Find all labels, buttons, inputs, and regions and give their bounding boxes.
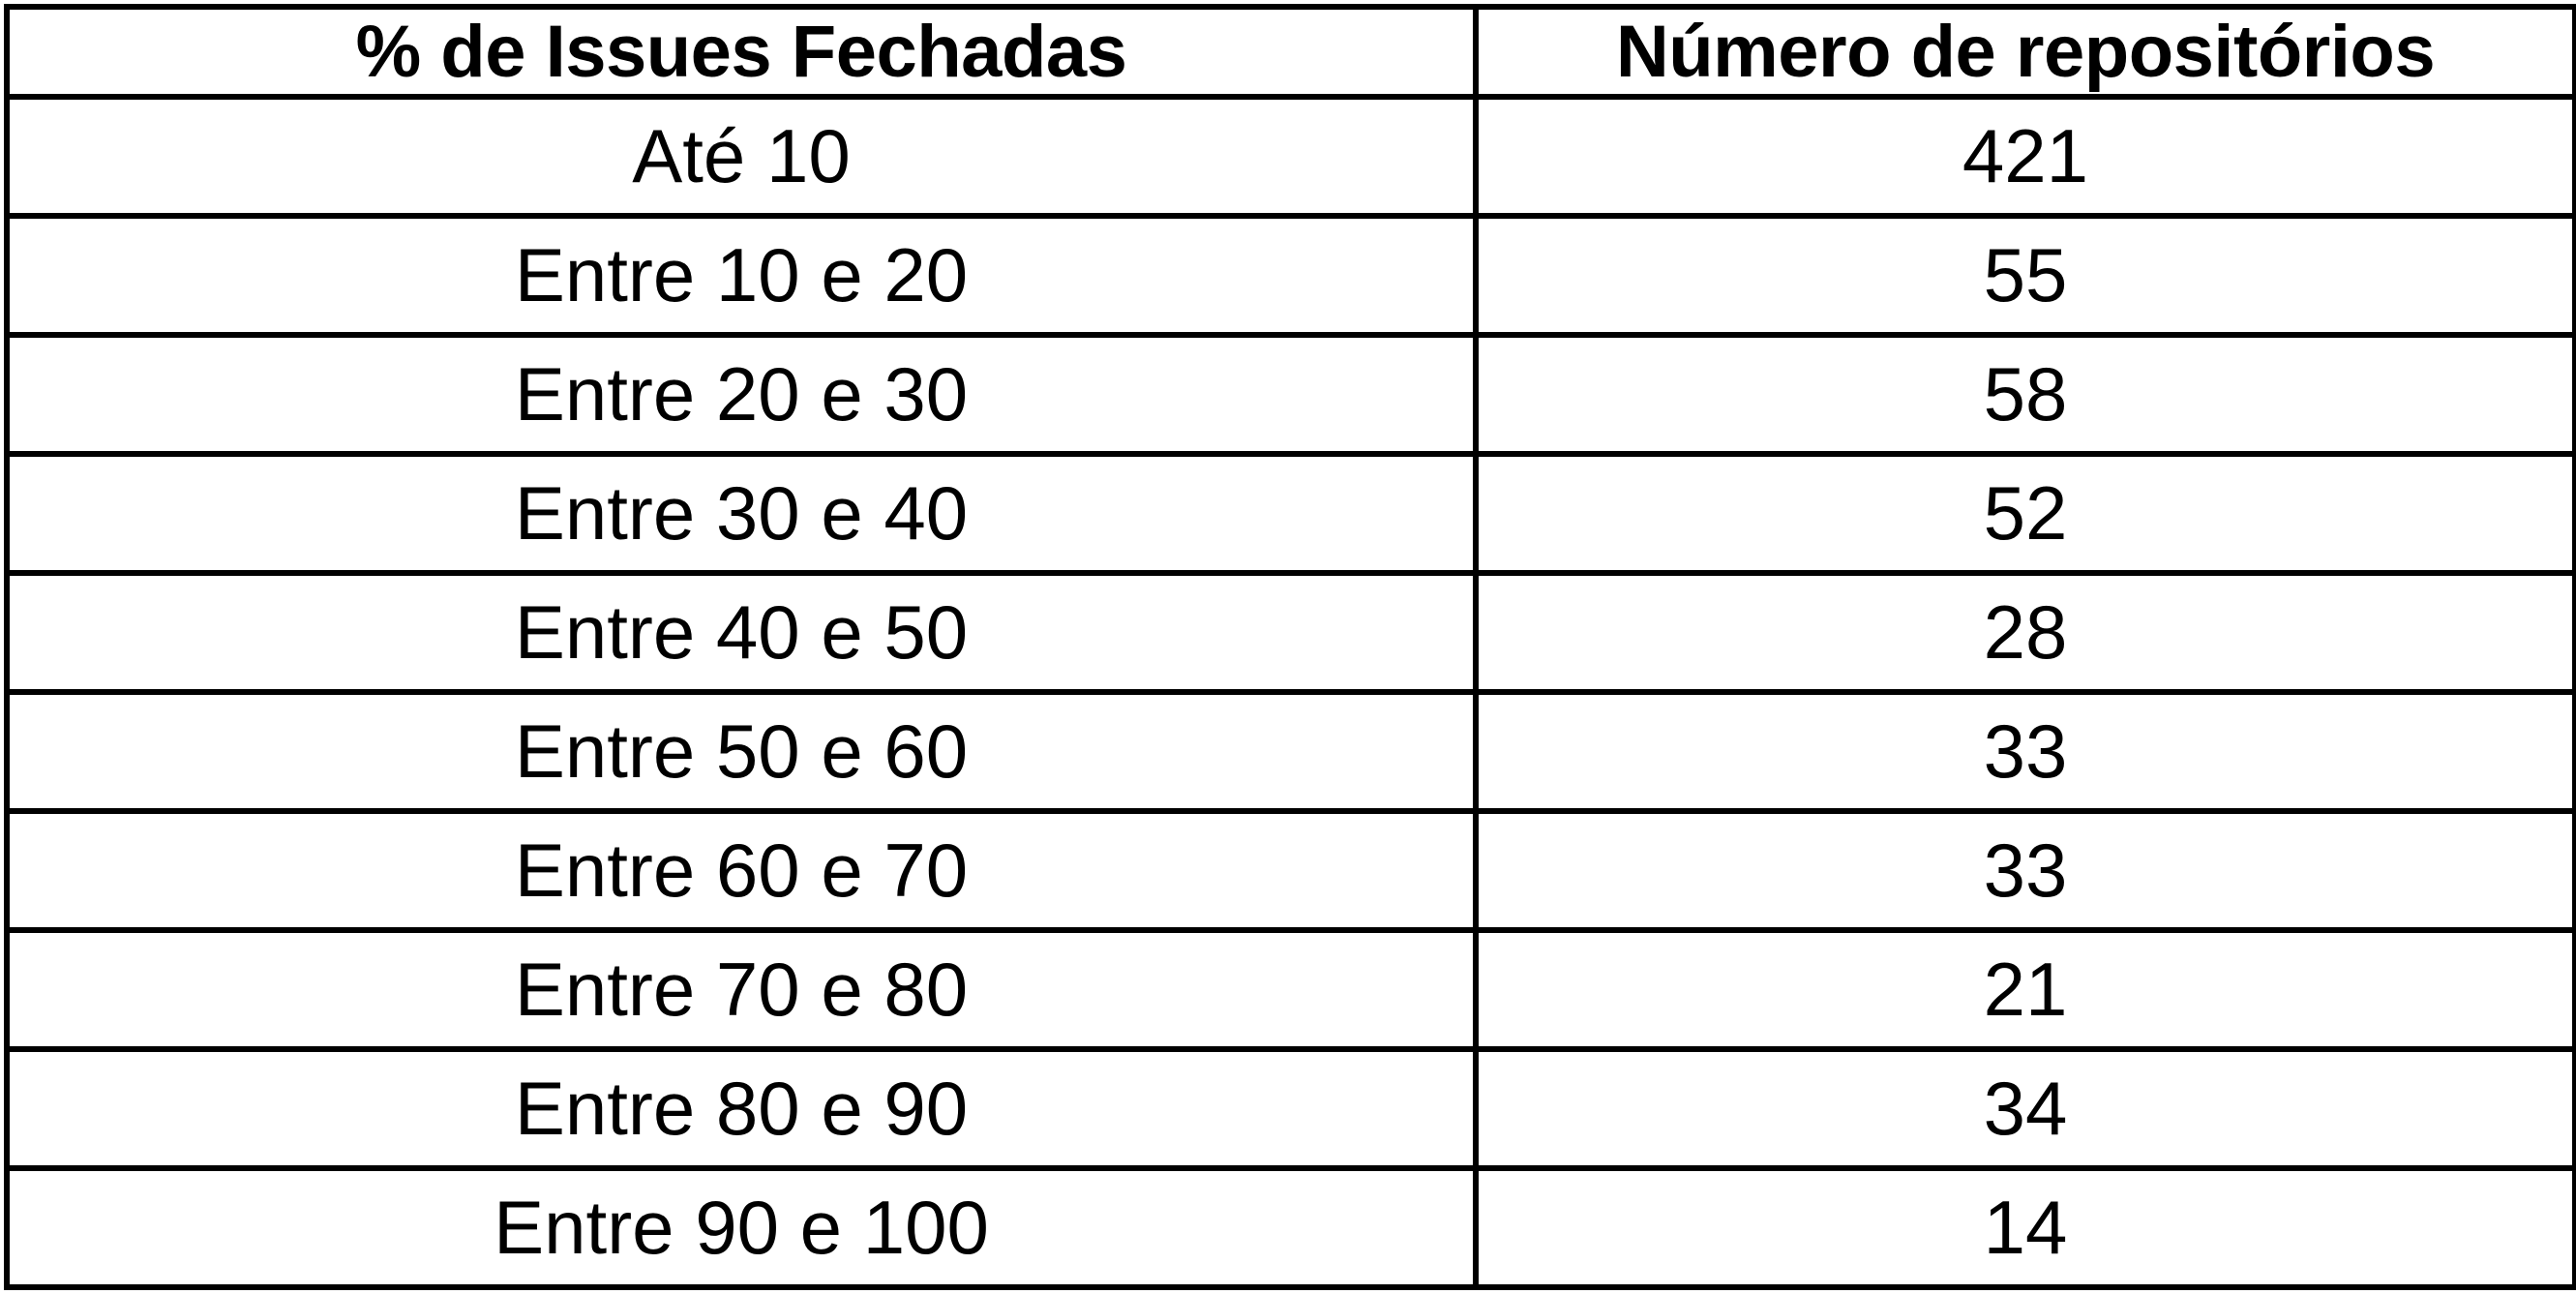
count-cell: 34 bbox=[1473, 1046, 2576, 1171]
count-cell: 55 bbox=[1473, 213, 2576, 338]
range-cell: Entre 90 e 100 bbox=[4, 1165, 1479, 1290]
table-row: Entre 40 e 50 28 bbox=[4, 570, 2576, 695]
table-row: Até 10 421 bbox=[4, 94, 2576, 219]
range-cell: Entre 10 e 20 bbox=[4, 213, 1479, 338]
count-cell: 21 bbox=[1473, 927, 2576, 1052]
count-cell: 28 bbox=[1473, 570, 2576, 695]
count-cell: 33 bbox=[1473, 808, 2576, 933]
table-row: Entre 30 e 40 52 bbox=[4, 451, 2576, 576]
column-header-repository-count: Número de repositórios bbox=[1473, 4, 2576, 100]
table-row: Entre 90 e 100 14 bbox=[4, 1165, 2576, 1290]
range-cell: Entre 70 e 80 bbox=[4, 927, 1479, 1052]
range-cell: Entre 40 e 50 bbox=[4, 570, 1479, 695]
range-cell: Entre 20 e 30 bbox=[4, 332, 1479, 457]
count-cell: 421 bbox=[1473, 94, 2576, 219]
table-row: Entre 10 e 20 55 bbox=[4, 213, 2576, 338]
table-header-row: % de Issues Fechadas Número de repositór… bbox=[4, 4, 2576, 100]
range-cell: Entre 30 e 40 bbox=[4, 451, 1479, 576]
range-cell: Entre 80 e 90 bbox=[4, 1046, 1479, 1171]
count-cell: 14 bbox=[1473, 1165, 2576, 1290]
table-row: Entre 60 e 70 33 bbox=[4, 808, 2576, 933]
table-row: Entre 80 e 90 34 bbox=[4, 1046, 2576, 1171]
range-cell: Até 10 bbox=[4, 94, 1479, 219]
table-row: Entre 50 e 60 33 bbox=[4, 689, 2576, 814]
table-row: Entre 20 e 30 58 bbox=[4, 332, 2576, 457]
count-cell: 33 bbox=[1473, 689, 2576, 814]
closed-issues-table: % de Issues Fechadas Número de repositór… bbox=[4, 4, 2576, 1290]
range-cell: Entre 60 e 70 bbox=[4, 808, 1479, 933]
count-cell: 58 bbox=[1473, 332, 2576, 457]
range-cell: Entre 50 e 60 bbox=[4, 689, 1479, 814]
count-cell: 52 bbox=[1473, 451, 2576, 576]
table-row: Entre 70 e 80 21 bbox=[4, 927, 2576, 1052]
column-header-closed-issues-percent: % de Issues Fechadas bbox=[4, 4, 1479, 100]
